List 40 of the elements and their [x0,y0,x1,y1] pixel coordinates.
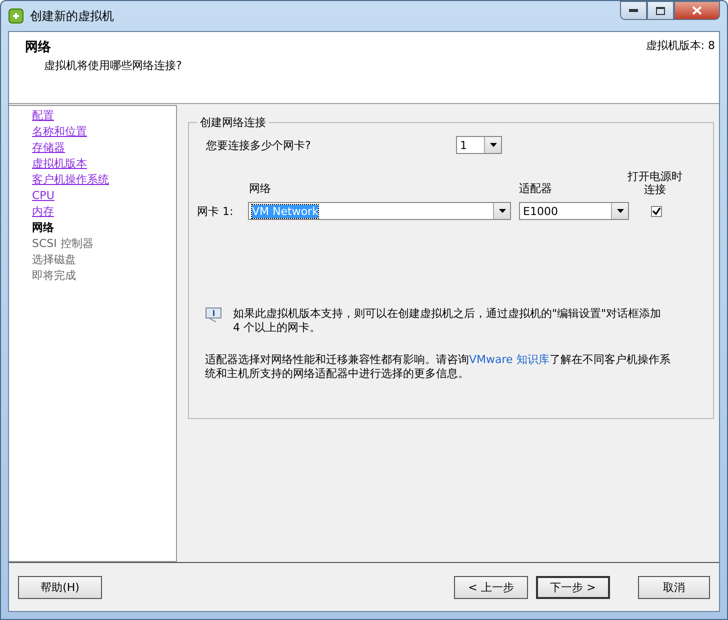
nic-count-dropdown[interactable]: 1 [456,136,502,154]
sidebar-item[interactable]: 网络 [32,220,176,236]
minimize-icon [629,9,638,12]
sidebar-item[interactable]: 存储器 [32,140,176,156]
nic-count-label: 您要连接多少个网卡? [206,138,312,152]
column-header: 打开电源时连接 [627,170,683,196]
sidebar-item[interactable]: 内存 [32,204,176,220]
page-title: 网络 [25,39,52,56]
sidebar-item[interactable]: SCSI 控制器 [32,236,176,252]
sidebar-item[interactable]: 配置 [32,108,176,124]
sidebar-item[interactable]: 名称和位置 [32,124,176,140]
checkbox[interactable] [651,206,662,216]
minimize-button[interactable] [620,1,647,20]
page-subtitle: 虚拟机将使用哪些网络连接? [44,58,182,73]
column-header: 网络 [249,181,272,196]
close-icon [692,6,702,15]
info-icon [205,307,223,323]
selected-value: VM Network [252,204,318,218]
info-text: 如果此虚拟机版本支持，则可以在创建虚拟机之后，通过虚拟机的"编辑设置"对话框添加 4 个以上的网卡。 [233,307,662,335]
sidebar-item[interactable]: 虚拟机版本 [32,156,176,172]
knowledge-base-link[interactable]: VMware 知识库 [469,353,550,366]
app-icon [8,8,24,24]
window-title: 创建新的虚拟机 [30,8,114,24]
nic-label: 网卡 1: [197,204,234,218]
maximize-icon [656,6,665,14]
adapter-note: 适配器选择对网络性能和迁移兼容性都有影响。请咨询VMware 知识库了解在不同客户机操作系统和主机所支持的网络适配器中进行选择的更多信息。 [205,353,672,381]
sidebar-item[interactable]: CPU [32,188,176,204]
sidebar-item[interactable]: 即将完成 [32,268,176,284]
column-header: 适配器 [519,181,553,196]
close-button[interactable] [674,1,720,20]
sidebar-item[interactable]: 选择磁盘 [32,252,176,268]
maximize-button[interactable] [647,1,674,20]
cancel-button[interactable]: 取消 [638,576,710,598]
group-title: 创建网络连接 [199,115,267,130]
sidebar-item[interactable]: 客户机操作系统 [32,172,176,188]
adapter-dropdown[interactable]: E1000 [519,202,629,220]
back-button[interactable]: < 上一步 [454,576,528,598]
help-button[interactable]: 帮助(H) [18,576,102,598]
version-label: 虚拟机版本: 8 [646,38,716,54]
next-button[interactable]: 下一步 > [536,576,610,598]
